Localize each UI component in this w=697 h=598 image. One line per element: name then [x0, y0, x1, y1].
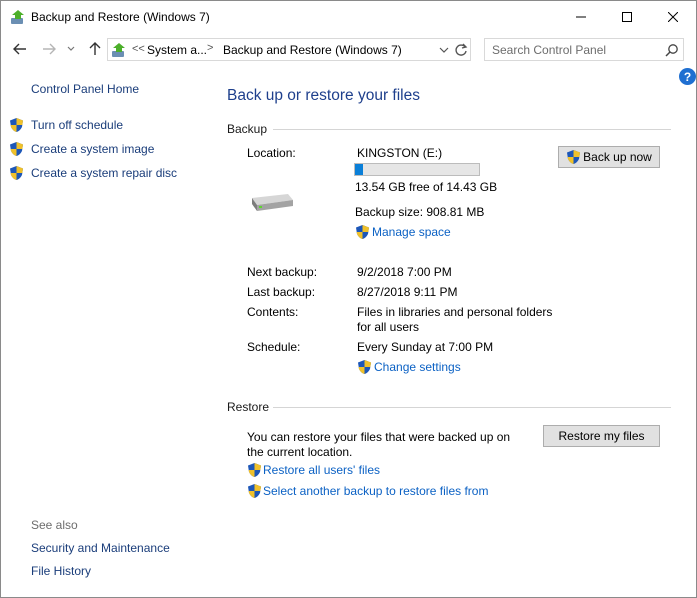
disk-usage-bar — [354, 163, 480, 176]
turn-off-schedule-link[interactable]: Turn off schedule — [31, 118, 123, 132]
location-value: KINGSTON (E:) — [357, 146, 443, 160]
restore-section-divider — [273, 407, 671, 408]
search-box[interactable]: Search Control Panel — [484, 38, 684, 61]
file-history-link[interactable]: File History — [31, 564, 91, 578]
free-space-text: 13.54 GB free of 14.43 GB — [355, 180, 498, 194]
address-dropdown-icon[interactable] — [438, 43, 450, 57]
create-system-image-link[interactable]: Create a system image — [31, 142, 154, 156]
page-title: Back up or restore your files — [227, 87, 420, 104]
schedule-label: Schedule: — [247, 340, 301, 354]
help-button[interactable]: ? — [679, 68, 696, 85]
disk-usage-fill — [355, 164, 363, 175]
shield-icon — [248, 463, 261, 477]
select-another-backup-link[interactable]: Select another backup to restore files f… — [263, 484, 488, 498]
backup-section-title: Backup — [227, 122, 268, 136]
maximize-icon — [622, 11, 632, 22]
restore-all-users-link[interactable]: Restore all users' files — [263, 463, 380, 477]
back-up-now-button[interactable]: Back up now — [558, 146, 660, 168]
shield-icon — [248, 484, 261, 498]
close-icon — [668, 11, 678, 22]
next-backup-value: 9/2/2018 7:00 PM — [357, 265, 452, 279]
up-arrow-icon — [89, 42, 101, 55]
restore-description-line2: the current location. — [247, 445, 353, 459]
control-panel-icon — [112, 43, 125, 57]
next-backup-label: Next backup: — [247, 265, 318, 279]
change-settings-link[interactable]: Change settings — [374, 360, 461, 374]
schedule-value: Every Sunday at 7:00 PM — [357, 340, 494, 354]
security-maintenance-link[interactable]: Security and Maintenance — [31, 541, 170, 555]
minimize-icon — [576, 16, 586, 17]
minimize-button[interactable] — [558, 1, 604, 32]
forward-button[interactable] — [39, 39, 59, 59]
back-button[interactable] — [10, 39, 30, 59]
address-bar[interactable]: << System a... > Backup and Restore (Win… — [107, 38, 471, 61]
usb-drive-icon — [252, 194, 293, 211]
contents-label: Contents: — [247, 305, 299, 319]
last-backup-label: Last backup: — [247, 285, 316, 299]
backup-size-text: Backup size: 908.81 MB — [355, 205, 485, 219]
breadcrumb-backup-restore[interactable]: Backup and Restore (Windows 7) — [223, 43, 402, 57]
shield-icon — [10, 142, 23, 156]
control-panel-home-link[interactable]: Control Panel Home — [31, 82, 139, 96]
shield-icon — [358, 360, 371, 374]
shield-icon — [567, 150, 581, 164]
title-bar: Backup and Restore (Windows 7) — [1, 1, 696, 33]
shield-icon — [356, 225, 369, 239]
refresh-icon[interactable] — [454, 42, 468, 58]
see-also-title: See also — [31, 518, 78, 532]
manage-space-link[interactable]: Manage space — [372, 225, 451, 239]
back-arrow-icon — [13, 43, 26, 55]
back-up-now-label: Back up now — [583, 150, 652, 164]
breadcrumb-separator[interactable]: > — [207, 42, 213, 54]
shield-icon — [10, 166, 23, 180]
up-button[interactable] — [85, 39, 105, 59]
restore-my-files-button[interactable]: Restore my files — [543, 425, 660, 447]
breadcrumb-system[interactable]: System a... — [147, 43, 207, 57]
last-backup-value: 8/27/2018 9:11 PM — [357, 285, 458, 299]
location-label: Location: — [247, 146, 296, 160]
close-button[interactable] — [650, 1, 696, 32]
search-icon[interactable] — [665, 43, 679, 57]
restore-description-line1: You can restore your files that were bac… — [247, 430, 511, 444]
window-title: Backup and Restore (Windows 7) — [31, 10, 210, 24]
chevron-down-icon — [67, 46, 75, 51]
create-repair-disc-link[interactable]: Create a system repair disc — [31, 166, 177, 180]
shield-icon — [10, 118, 23, 132]
contents-value-line1: Files in libraries and personal folders — [357, 305, 553, 319]
forward-arrow-icon — [43, 43, 56, 55]
restore-section-title: Restore — [227, 400, 270, 414]
maximize-button[interactable] — [604, 1, 650, 32]
recent-locations-button[interactable] — [64, 39, 78, 59]
backup-restore-window: Backup and Restore (Windows 7) << System… — [0, 0, 697, 598]
restore-my-files-label: Restore my files — [558, 429, 645, 443]
backup-restore-app-icon — [11, 10, 24, 24]
search-placeholder: Search Control Panel — [492, 43, 607, 57]
backup-section-divider — [273, 129, 671, 130]
address-overflow-chevron[interactable]: << — [132, 43, 145, 55]
contents-value-line2: for all users — [357, 320, 420, 334]
